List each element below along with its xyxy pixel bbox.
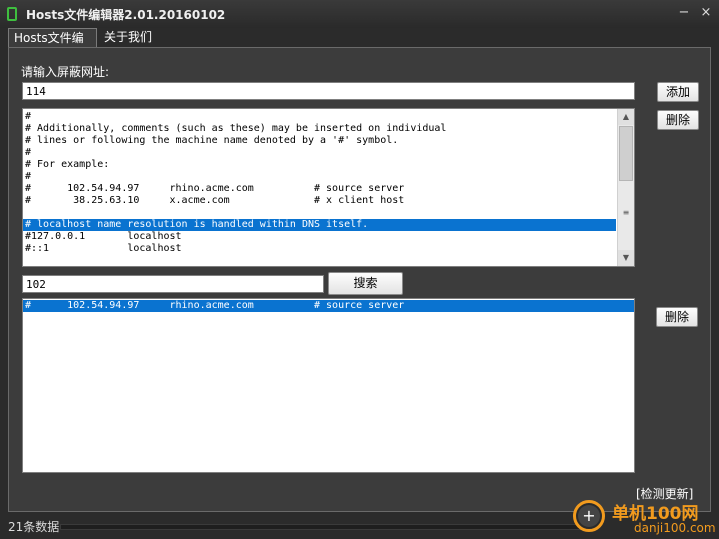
window-title: Hosts文件编辑器2.01.20160102 bbox=[26, 8, 226, 22]
tab-about[interactable]: 关于我们 bbox=[99, 28, 161, 48]
hosts-line[interactable]: # For example: bbox=[23, 159, 616, 171]
hosts-line[interactable] bbox=[23, 207, 616, 219]
add-button[interactable]: 添加 bbox=[657, 82, 699, 102]
block-url-label: 请输入屏蔽网址: bbox=[21, 65, 110, 79]
hosts-scrollbar[interactable]: ▲ ≡ ▼ bbox=[617, 109, 634, 266]
record-count: 21条数据 bbox=[8, 520, 60, 534]
hosts-editor-lines: # # Additionally, comments (such as these… bbox=[23, 111, 616, 255]
hosts-line[interactable]: # bbox=[23, 147, 616, 159]
hosts-line[interactable]: #127.0.0.1 localhost bbox=[23, 231, 616, 243]
search-button[interactable]: 搜索 bbox=[328, 272, 403, 295]
search-input[interactable]: 102 bbox=[22, 275, 324, 293]
minimize-button[interactable]: − bbox=[676, 5, 692, 21]
hosts-line[interactable]: # Additionally, comments (such as these)… bbox=[23, 123, 616, 135]
search-results-list[interactable]: # 102.54.94.97 rhino.acme.com # source s… bbox=[22, 298, 635, 473]
hosts-line[interactable]: # 102.54.94.97 rhino.acme.com # source s… bbox=[23, 183, 616, 195]
scroll-down-arrow-icon[interactable]: ▼ bbox=[618, 250, 634, 266]
app-icon bbox=[7, 7, 17, 21]
block-url-input[interactable]: 114 bbox=[22, 82, 635, 100]
hosts-line[interactable]: # 38.25.63.10 x.acme.com # x client host bbox=[23, 195, 616, 207]
scroll-up-arrow-icon[interactable]: ▲ bbox=[618, 109, 634, 125]
hosts-line[interactable]: # localhost name resolution is handled w… bbox=[23, 219, 616, 231]
hosts-line[interactable]: # bbox=[23, 111, 616, 123]
scroll-thumb[interactable] bbox=[619, 126, 633, 181]
watermark-domain: danji100.com bbox=[634, 521, 716, 535]
delete-hosts-button[interactable]: 删除 bbox=[657, 110, 699, 130]
tab-hosts-edit[interactable]: Hosts文件编辑 bbox=[8, 28, 97, 64]
hosts-editor[interactable]: # # Additionally, comments (such as these… bbox=[22, 108, 635, 267]
delete-result-button[interactable]: 删除 bbox=[656, 307, 698, 327]
hosts-line[interactable]: # lines or following the machine name de… bbox=[23, 135, 616, 147]
status-progress-track bbox=[60, 524, 590, 530]
result-line[interactable]: # 102.54.94.97 rhino.acme.com # source s… bbox=[23, 300, 634, 312]
hosts-line[interactable]: # bbox=[23, 171, 616, 183]
title-bar: Hosts文件编辑器2.01.20160102 − × bbox=[0, 0, 719, 28]
scroll-grip-icon: ≡ bbox=[622, 208, 630, 217]
search-results-lines: # 102.54.94.97 rhino.acme.com # source s… bbox=[23, 300, 634, 312]
close-button[interactable]: × bbox=[698, 5, 714, 21]
watermark-plus-icon: + bbox=[578, 505, 600, 527]
hosts-line[interactable]: #::1 localhost bbox=[23, 243, 616, 255]
